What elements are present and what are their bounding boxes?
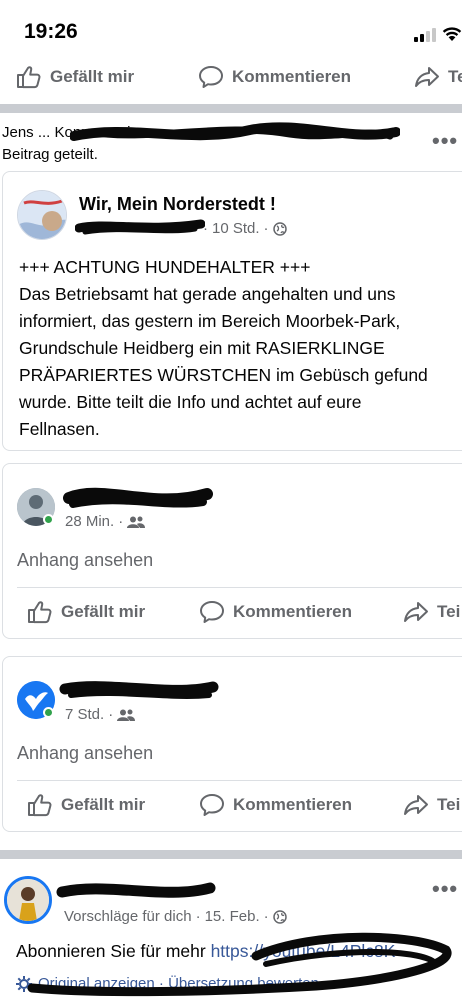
share-button[interactable]: Tei: [403, 600, 460, 624]
comment-label: Kommentieren: [233, 602, 353, 621]
like-label: Gefällt mir: [61, 795, 146, 814]
feed-divider: [0, 850, 462, 859]
comment-button[interactable]: Kommentieren: [198, 65, 351, 89]
post-body-text: +++ ACHTUNG HUNDEHALTER +++ Das Betriebs…: [19, 257, 428, 439]
share-button[interactable]: Te: [414, 65, 462, 89]
thumbs-up-icon: [28, 794, 52, 817]
comment-button[interactable]: Kommentieren: [199, 793, 352, 817]
comment-icon: [199, 66, 223, 88]
redaction-scribble: [56, 882, 216, 898]
share-meta: 7 Std. ·: [65, 706, 136, 723]
feed-divider: [0, 104, 462, 113]
wifi-icon: [442, 27, 462, 41]
share-time[interactable]: 28 Min.: [65, 513, 114, 530]
comment-button[interactable]: Kommentieren: [199, 600, 352, 624]
globe-icon: [272, 221, 287, 236]
share-label: Te: [448, 67, 462, 86]
redaction-scribble: [59, 681, 219, 699]
card-separator: [17, 587, 462, 588]
share-card-2: 7 Std. · Anhang ansehen Gefällt mir Komm…: [2, 656, 462, 832]
meta-dot: ·: [108, 706, 114, 723]
page-logo-icon: [18, 191, 66, 239]
thumbs-up-icon: [28, 601, 52, 624]
comment-label: Kommentieren: [233, 795, 353, 814]
share-arrow-icon: [404, 602, 428, 622]
share-card-1: 28 Min. · Anhang ansehen Gefällt mir Kom…: [2, 463, 462, 639]
card-separator: [17, 780, 462, 781]
comment-icon: [200, 601, 224, 623]
post-time[interactable]: 10 Std.: [212, 220, 260, 237]
share-time[interactable]: 7 Std.: [65, 706, 104, 723]
friends-icon: [127, 516, 146, 528]
share-label: Tei: [437, 602, 461, 621]
online-status-dot: [43, 707, 54, 718]
status-bar: 19:26: [0, 0, 462, 60]
share-label: Tei: [437, 795, 461, 814]
like-label: Gefällt mir: [50, 67, 135, 86]
comment-label: Kommentieren: [232, 67, 352, 86]
online-status-dot: [43, 514, 54, 525]
share-button[interactable]: Tei: [403, 793, 460, 817]
like-label: Gefällt mir: [61, 602, 146, 621]
like-button[interactable]: Gefällt mir: [27, 600, 145, 624]
status-icons: [414, 26, 462, 42]
more-options-button[interactable]: •••: [432, 128, 458, 154]
shared-post-card[interactable]: Wir, Mein Norderstedt ! · 10 Std. · +++ …: [2, 171, 462, 451]
top-action-row: Gefällt mir Kommentieren Te: [0, 54, 462, 100]
post-meta: · 10 Std. ·: [203, 220, 287, 237]
more-options-button[interactable]: •••: [432, 876, 458, 902]
share-header-suffix: Beitrag geteilt.: [2, 146, 98, 163]
share-meta: 28 Min. ·: [65, 513, 146, 530]
thumbs-up-icon: [17, 66, 41, 89]
like-button[interactable]: Gefällt mir: [16, 65, 134, 89]
redaction-scribble: [75, 219, 205, 235]
profile-photo-icon: [7, 879, 49, 921]
redaction-scribble: [70, 122, 400, 141]
friends-icon: [117, 709, 136, 721]
cellular-signal-icon: [414, 28, 436, 42]
page-avatar[interactable]: [17, 190, 67, 240]
page-name[interactable]: Wir, Mein Norderstedt !: [79, 194, 276, 215]
like-button[interactable]: Gefällt mir: [27, 793, 145, 817]
view-attachment-link[interactable]: Anhang ansehen: [17, 550, 153, 571]
redaction-scribble: [63, 487, 213, 508]
comment-icon: [200, 794, 224, 816]
meta-dot: ·: [263, 220, 269, 237]
share-arrow-icon: [404, 795, 428, 815]
view-attachment-link[interactable]: Anhang ansehen: [17, 743, 153, 764]
share-arrow-icon: [415, 67, 439, 87]
meta-dot: ·: [118, 513, 124, 530]
suggested-page-avatar[interactable]: [4, 876, 52, 924]
redaction-scribble: [27, 932, 452, 997]
status-time: 19:26: [24, 20, 78, 43]
